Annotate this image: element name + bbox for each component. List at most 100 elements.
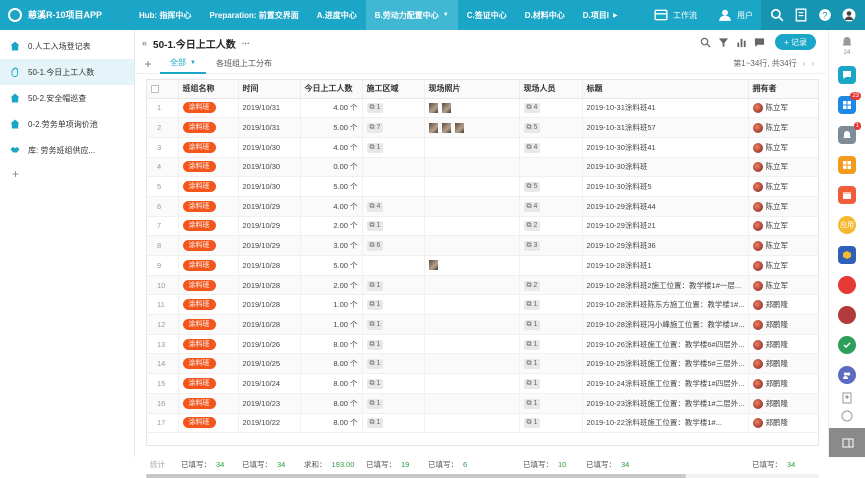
people-cell[interactable]: ⧉ 1 xyxy=(519,413,583,434)
area-cell[interactable]: ⧉ 1 xyxy=(362,393,425,414)
photo-cell[interactable] xyxy=(424,255,520,276)
link-count-chip[interactable]: ⧉ 1 xyxy=(523,378,541,389)
photo-cell[interactable] xyxy=(424,393,520,414)
sidebar-item-inquiry-pool[interactable]: 0-2.劳务单项询价池 xyxy=(0,111,134,137)
count-cell[interactable]: 2.00 个 xyxy=(300,216,363,237)
sidebar-item-today-workers[interactable]: 50-1.今日上工人数 xyxy=(0,59,134,85)
area-cell[interactable]: ⧉ 1 xyxy=(362,413,425,434)
stat-people[interactable]: 已填写： 10 xyxy=(523,458,566,472)
select-all-header[interactable] xyxy=(147,80,179,99)
title-cell[interactable]: 2019-10-29涂料班44 xyxy=(582,196,749,217)
owner-cell[interactable]: 陈立军 xyxy=(748,275,818,296)
link-count-chip[interactable]: ⧉ 1 xyxy=(523,359,541,370)
row-index[interactable]: 14 xyxy=(147,353,179,375)
table-row[interactable]: 11 涂料班 2019/10/28 1.00 个 ⧉ 1 ⧉ 1 2019-10-28涂料班… xyxy=(147,294,818,316)
area-cell[interactable]: ⧉ 1 xyxy=(362,373,425,394)
people-cell[interactable]: ⧉ 3 xyxy=(519,235,583,256)
date-cell[interactable]: 2019/10/31 xyxy=(238,117,301,138)
photo-cell[interactable] xyxy=(424,216,520,237)
bell-app-icon[interactable]: 1 xyxy=(838,122,861,144)
area-cell[interactable]: ⧉ 7 xyxy=(362,117,425,138)
link-count-chip[interactable]: ⧉ 1 xyxy=(523,300,541,311)
link-count-chip[interactable]: ⧉ 4 xyxy=(523,103,541,114)
add-record-button[interactable]: + 记录 xyxy=(775,34,816,50)
row-index[interactable]: 12 xyxy=(147,314,179,335)
title-cell[interactable]: 2019-10-26涂料班施工位置：教学楼6#四层外... xyxy=(582,334,749,355)
link-count-chip[interactable]: ⧉ 3 xyxy=(523,241,541,252)
link-count-chip[interactable]: ⧉ 6 xyxy=(366,241,384,252)
owner-cell[interactable]: 郑鹏隆 xyxy=(748,413,818,434)
contact-avatar-1[interactable] xyxy=(838,276,856,294)
date-cell[interactable]: 2019/10/30 xyxy=(238,137,301,158)
owner-cell[interactable]: 郑鹏隆 xyxy=(748,314,818,335)
photo-cell[interactable] xyxy=(424,117,520,138)
count-cell[interactable]: 8.00 个 xyxy=(300,334,363,355)
link-count-chip[interactable]: ⧉ 4 xyxy=(523,201,541,212)
title-cell[interactable]: 2019-10-30涂料班 xyxy=(582,157,749,178)
photo-cell[interactable] xyxy=(424,157,520,178)
team-cell[interactable]: 涂料班 xyxy=(178,117,239,138)
photo-cell[interactable] xyxy=(424,294,520,316)
count-cell[interactable]: 1.00 个 xyxy=(300,314,363,335)
search-icon[interactable] xyxy=(770,8,784,22)
column-header[interactable]: 标题 xyxy=(582,80,749,99)
people-cell[interactable]: ⧉ 1 xyxy=(519,353,583,375)
photo-cell[interactable] xyxy=(424,353,520,375)
comment-icon[interactable] xyxy=(751,34,767,50)
owner-cell[interactable]: 陈立军 xyxy=(748,157,818,178)
column-header[interactable]: 现场人员 xyxy=(519,80,583,99)
collapse-panel-button[interactable] xyxy=(829,428,865,457)
more-options-icon[interactable]: ··· xyxy=(242,39,250,48)
table-row[interactable]: 12 涂料班 2019/10/28 1.00 个 ⧉ 1 ⧉ 1 2019-10-28涂料班… xyxy=(147,314,818,335)
photo-cell[interactable] xyxy=(424,334,520,355)
owner-cell[interactable]: 陈立军 xyxy=(748,117,818,138)
title-cell[interactable]: 2019-10-22涂料班施工位置：教学楼1#... xyxy=(582,413,749,434)
link-count-chip[interactable]: ⧉ 1 xyxy=(523,339,541,350)
date-cell[interactable]: 2019/10/30 xyxy=(238,157,301,178)
owner-cell[interactable]: 陈立军 xyxy=(748,196,818,217)
photo-cell[interactable] xyxy=(424,196,520,217)
link-count-chip[interactable]: ⧉ 1 xyxy=(366,300,384,311)
org-icon[interactable]: 23 xyxy=(838,92,861,114)
people-cell[interactable]: ⧉ 1 xyxy=(519,334,583,355)
avatar-icon[interactable] xyxy=(842,8,856,22)
title-cell[interactable]: 2019-10-28涂料班2施工位置：教学楼1#一层... xyxy=(582,275,749,296)
count-cell[interactable]: 4.00 个 xyxy=(300,196,363,217)
date-cell[interactable]: 2019/10/23 xyxy=(238,393,301,414)
user-button[interactable]: 用户 xyxy=(705,8,761,22)
title-cell[interactable]: 2019-10-29涂料班21 xyxy=(582,216,749,237)
photo-cell[interactable] xyxy=(424,314,520,335)
area-cell[interactable]: ⧉ 1 xyxy=(362,334,425,355)
area-cell[interactable] xyxy=(362,176,425,197)
grid-app-icon[interactable] xyxy=(838,156,856,174)
people-cell[interactable]: ⧉ 4 xyxy=(519,98,583,119)
stat-team[interactable]: 已填写： 34 xyxy=(181,458,224,472)
count-cell[interactable]: 8.00 个 xyxy=(300,353,363,375)
team-cell[interactable]: 涂料班 xyxy=(178,176,239,197)
date-cell[interactable]: 2019/10/29 xyxy=(238,196,301,217)
app-brand[interactable]: 慈溪R-10项目APP xyxy=(0,0,130,30)
calendar-icon[interactable] xyxy=(838,186,856,204)
nav-tab-preparation[interactable]: Preparation: 前置交界面 xyxy=(200,0,307,30)
link-count-chip[interactable]: ⧉ 1 xyxy=(366,398,384,409)
title-cell[interactable]: 2019-10-28涂料班1 xyxy=(582,255,749,276)
stat-date[interactable]: 已填写： 34 xyxy=(242,458,285,472)
area-cell[interactable] xyxy=(362,157,425,178)
people-cell[interactable]: ⧉ 4 xyxy=(519,196,583,217)
table-row[interactable]: 7 涂料班 2019/10/29 2.00 个 ⧉ 1 ⧉ 2 2019-10-29涂料班2… xyxy=(147,216,818,237)
sidebar-item-supplier-library[interactable]: 库: 劳务班组供应... xyxy=(0,137,134,163)
date-cell[interactable]: 2019/10/28 xyxy=(238,314,301,335)
people-cell[interactable]: ⧉ 2 xyxy=(519,216,583,237)
table-row[interactable]: 15 涂料班 2019/10/24 8.00 个 ⧉ 1 ⧉ 1 2019-10-24涂料班… xyxy=(147,373,818,394)
table-row[interactable]: 8 涂料班 2019/10/29 3.00 个 ⧉ 6 ⧉ 3 2019-10-29涂料班3… xyxy=(147,235,818,256)
table-row[interactable]: 3 涂料班 2019/10/30 4.00 个 ⧉ 1 ⧉ 4 2019-10-30涂料班4… xyxy=(147,137,818,158)
column-header[interactable]: 现场照片 xyxy=(424,80,520,99)
area-cell[interactable]: ⧉ 6 xyxy=(362,235,425,256)
count-cell[interactable]: 2.00 个 xyxy=(300,275,363,296)
link-count-chip[interactable]: ⧉ 1 xyxy=(366,280,384,291)
add-view-button[interactable]: + xyxy=(136,57,160,71)
link-count-chip[interactable]: ⧉ 2 xyxy=(523,280,541,291)
people-cell[interactable]: ⧉ 4 xyxy=(519,137,583,158)
link-count-chip[interactable]: ⧉ 7 xyxy=(366,123,384,134)
link-count-chip[interactable]: ⧉ 1 xyxy=(366,319,384,330)
